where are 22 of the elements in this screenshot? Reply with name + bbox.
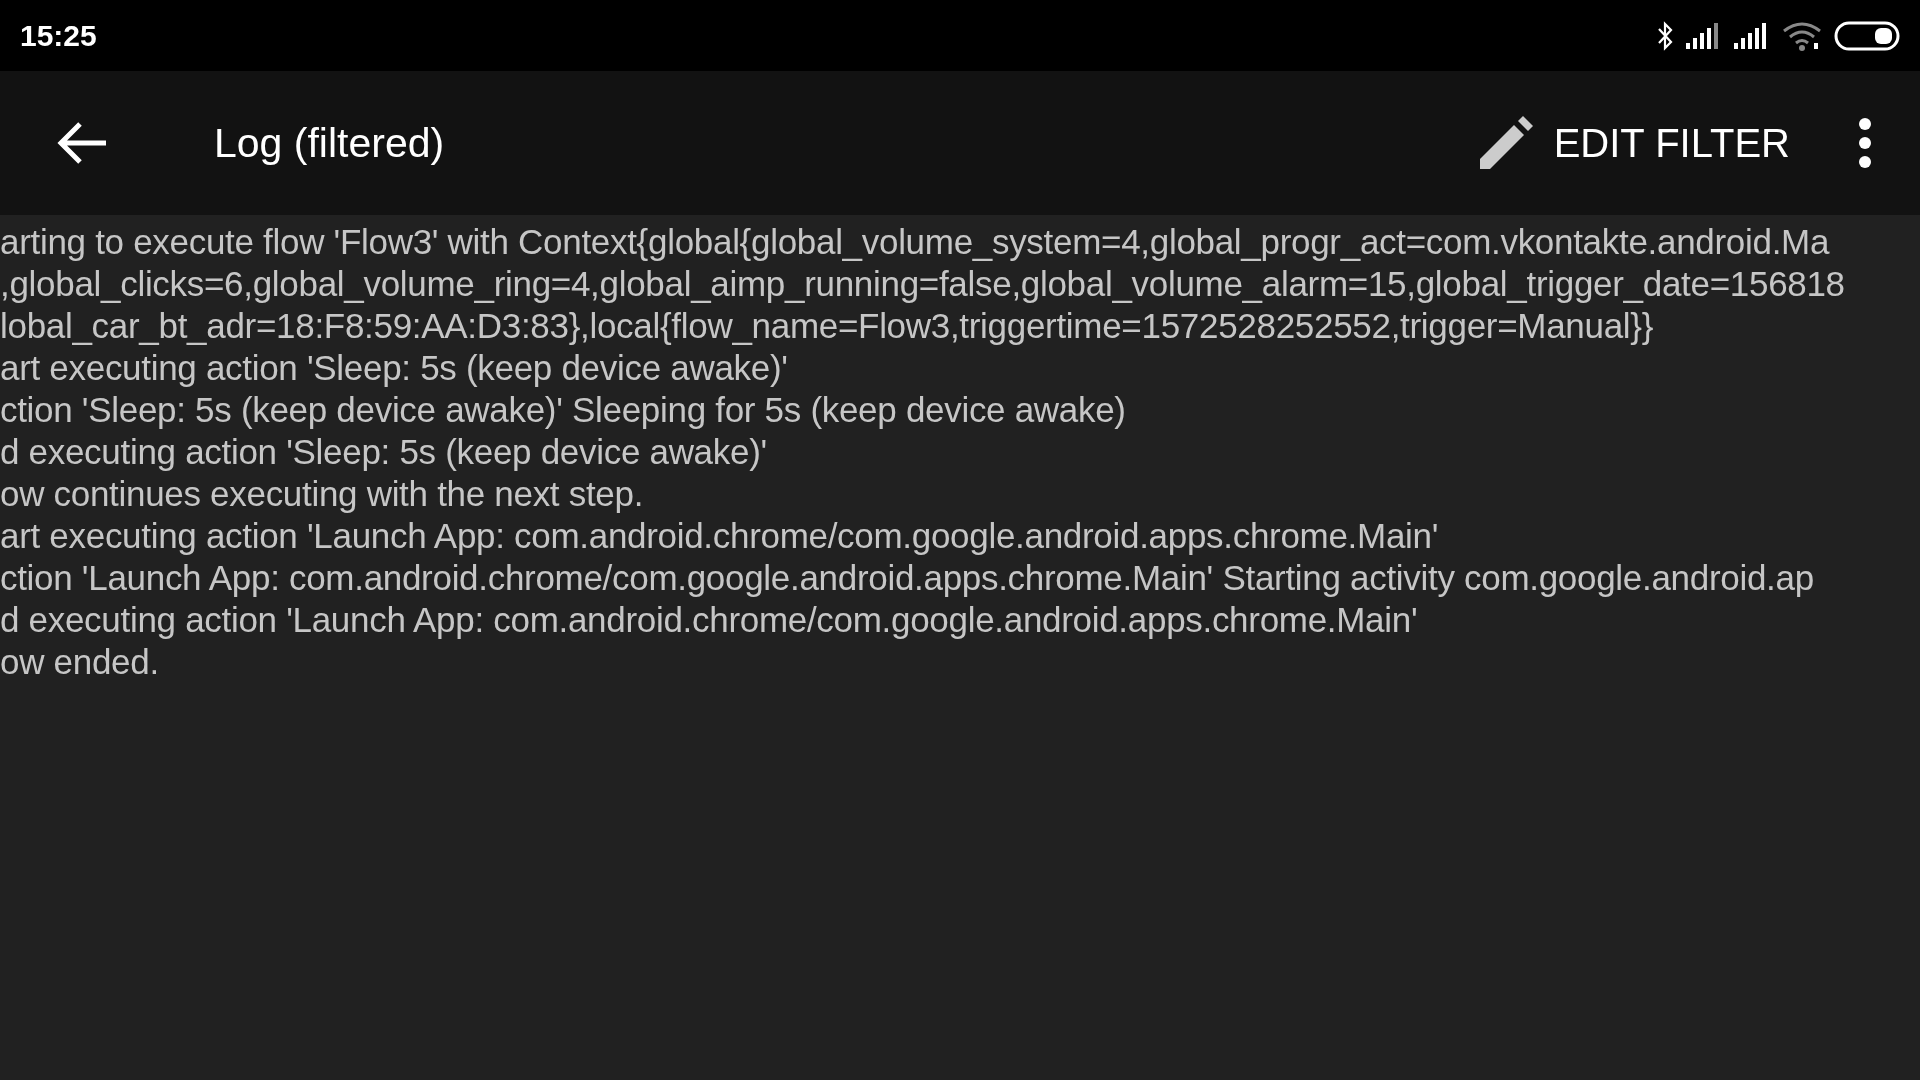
more-options-button[interactable] <box>1858 118 1872 168</box>
log-line: d executing action 'Launch App: com.android.chrome/com.google.android.apps.chrome.Main' <box>0 599 1419 641</box>
log-line: art executing action 'Launch App: com.android.chrome/com.google.android.apps.chrome.Main' <box>0 515 1440 557</box>
log-line: ,global_clicks=6,global_volume_ring=4,global_aimp_running=false,global_volume_alarm=15,global_trigger_date=156818 <box>0 263 1846 305</box>
log-line: ow ended. <box>0 641 160 683</box>
back-button[interactable] <box>56 120 108 166</box>
screen-title: Log (filtered) <box>214 119 446 167</box>
log-line: art executing action 'Sleep: 5s (keep device awake)' <box>0 347 789 389</box>
log-line: ow continues executing with the next step. <box>0 473 645 515</box>
back-arrow-icon <box>56 120 108 166</box>
wifi-icon <box>1782 20 1822 51</box>
edit-filter-button[interactable]: EDIT FILTER <box>1477 115 1790 171</box>
log-line: ction 'Launch App: com.android.chrome/com.google.android.apps.chrome.Main' Starting activity com.google.android.ap <box>0 557 1815 599</box>
overflow-menu-icon <box>1858 118 1872 168</box>
battery-icon <box>1834 20 1900 51</box>
clock-time: 15:25 <box>20 18 97 53</box>
log-line: arting to execute flow 'Flow3' with Context{global{global_volume_system=4,global_progr_act=com.vkontakte.android.Ma <box>0 221 1831 263</box>
log-line: lobal_car_bt_adr=18:F8:59:AA:D3:83},local{flow_name=Flow3,triggertime=1572528252552,trigger=Manual}} <box>0 305 1655 347</box>
pencil-icon <box>1477 115 1534 171</box>
bluetooth-icon <box>1656 20 1674 51</box>
log-line: ction 'Sleep: 5s (keep device awake)' Sleeping for 5s (keep device awake) <box>0 389 1127 431</box>
log-line: d executing action 'Sleep: 5s (keep device awake)' <box>0 431 768 473</box>
